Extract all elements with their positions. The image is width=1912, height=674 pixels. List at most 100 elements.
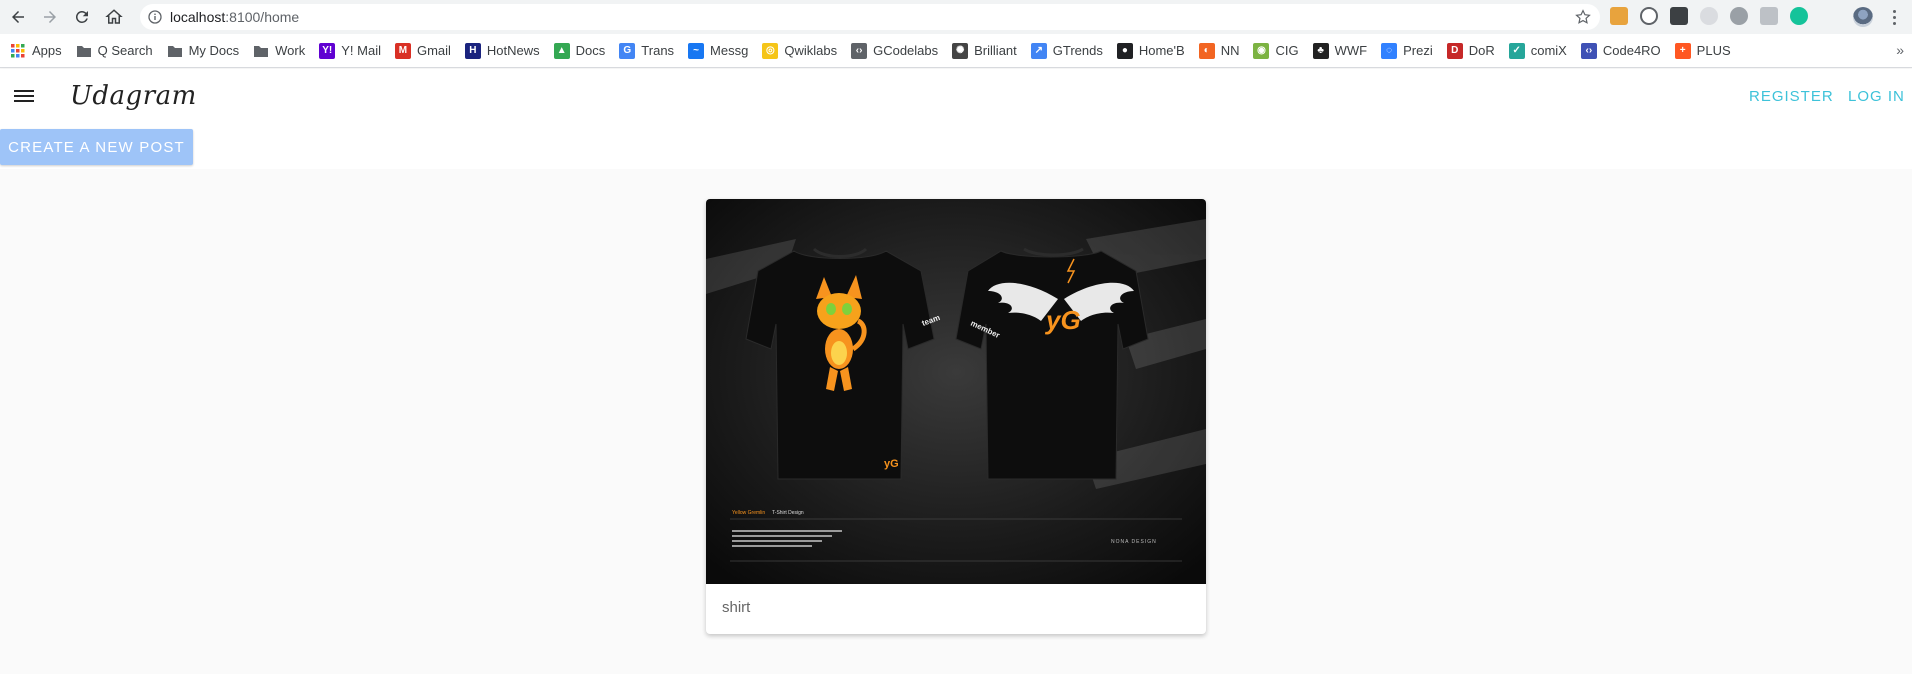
u-extension-icon[interactable]: [1700, 7, 1718, 25]
browser-toolbar: localhost:8100/home: [0, 0, 1912, 34]
bookmark-work[interactable]: Work: [253, 38, 311, 64]
post-card: team yG yG member Yellow Gremlin T-Shirt…: [706, 199, 1206, 634]
bookmark-apps[interactable]: Apps: [10, 38, 68, 64]
bookmark-label: Prezi: [1403, 43, 1433, 58]
bookmark-gmail[interactable]: M Gmail: [394, 38, 457, 64]
hamburger-menu-icon[interactable]: [14, 85, 36, 107]
bookmark-label: Y! Mail: [341, 43, 381, 58]
bookmark-label: GTrends: [1052, 43, 1103, 58]
extensions-area: [1610, 7, 1808, 25]
back-logo: yG: [1044, 305, 1081, 335]
hotnews-icon: H: [464, 42, 481, 59]
bookmark-code4ro[interactable]: ‹› Code4RO: [1580, 38, 1667, 64]
bookmark-label: CIG: [1275, 43, 1299, 58]
bookmark-my-docs[interactable]: My Docs: [167, 38, 246, 64]
login-link[interactable]: LOG IN: [1848, 88, 1905, 105]
extension-icon[interactable]: [1610, 7, 1628, 25]
yahoo-icon: Y!: [319, 42, 336, 59]
create-post-row: CREATE A NEW POST: [0, 125, 1912, 169]
grammarly-icon[interactable]: [1790, 7, 1808, 25]
qwiklabs-icon: ◎: [762, 42, 779, 59]
bookmark-hotnews[interactable]: H HotNews: [464, 38, 546, 64]
dor-icon: D: [1446, 42, 1463, 59]
bookmark-label: Gmail: [416, 43, 451, 58]
bookmark-prezi[interactable]: ◌ Prezi: [1381, 38, 1439, 64]
small-logo: yG: [884, 458, 899, 470]
bookmark-label: GCodelabs: [873, 43, 939, 58]
bookmark-docs[interactable]: ▲ Docs: [553, 38, 612, 64]
bookmark-cig[interactable]: ◉ CIG: [1253, 38, 1304, 64]
bookmark-label: Apps: [32, 43, 62, 58]
bookmark-wwf[interactable]: ♣ WWF: [1312, 38, 1373, 64]
footer-title-a: Yellow Gremlin: [732, 510, 765, 516]
bookmark-label: PLUS: [1696, 43, 1731, 58]
drive-icon: ▲: [553, 42, 570, 59]
bookmark-label: Home'B: [1138, 43, 1185, 58]
panda-icon: ♣: [1312, 42, 1329, 59]
bookmark-label: comiX: [1530, 43, 1567, 58]
globe-icon: ●: [1116, 42, 1133, 59]
cloud-extension-icon[interactable]: [1760, 7, 1778, 25]
address-bar[interactable]: localhost:8100/home: [140, 4, 1600, 30]
bookmark-gcodelabs[interactable]: ‹› GCodelabs: [851, 38, 944, 64]
bookmark-nn[interactable]: ◐ NN: [1198, 38, 1246, 64]
folder-icon: [167, 43, 183, 59]
bookmark-label: HotNews: [486, 43, 540, 58]
circle-extension-icon[interactable]: [1730, 7, 1748, 25]
bookmark-gtrends[interactable]: ↗ GTrends: [1030, 38, 1109, 64]
footer-title-b: T-Shirt Design: [772, 510, 804, 516]
browser-menu-icon[interactable]: [1886, 8, 1902, 26]
brackets-icon: ‹›: [1580, 42, 1597, 59]
bookmark-messg[interactable]: ~ Messg: [688, 38, 754, 64]
trends-icon: ↗: [1030, 42, 1047, 59]
url-host: localhost: [170, 9, 226, 25]
bookmark-home-b[interactable]: ● Home'B: [1116, 38, 1191, 64]
bookmark-label: Docs: [575, 43, 606, 58]
post-image[interactable]: team yG yG member Yellow Gremlin T-Shirt…: [706, 199, 1206, 584]
bookmark-label: My Docs: [188, 43, 240, 58]
prezi-icon: ◌: [1381, 42, 1398, 59]
back-arrow-icon[interactable]: [6, 5, 30, 29]
profile-avatar[interactable]: [1853, 7, 1873, 27]
nn-icon: ◐: [1198, 42, 1215, 59]
bookmark-plus[interactable]: + PLUS: [1674, 38, 1737, 64]
sa-extension-icon[interactable]: [1670, 7, 1688, 25]
recycle-extension-icon[interactable]: [1640, 7, 1658, 25]
bookmark-star-icon[interactable]: [1574, 8, 1592, 26]
register-link[interactable]: REGISTER: [1749, 88, 1834, 105]
app-brand: Udagram: [70, 81, 197, 111]
bookmark-q-search[interactable]: Q Search: [76, 38, 159, 64]
bookmark-label: Qwiklabs: [784, 43, 838, 58]
bookmark-brilliant[interactable]: ✺ Brilliant: [952, 38, 1023, 64]
bookmark-label: WWF: [1334, 43, 1368, 58]
bookmarks-overflow-icon[interactable]: »: [1896, 42, 1904, 58]
comix-icon: ✓: [1508, 42, 1525, 59]
bookmark-trans[interactable]: G Trans: [619, 38, 680, 64]
app-header: Udagram REGISTER LOG IN: [0, 69, 1912, 125]
bookmark-qwiklabs[interactable]: ◎ Qwiklabs: [762, 38, 843, 64]
footer-brand: NONA DESIGN: [1111, 539, 1157, 545]
reload-icon[interactable]: [70, 5, 94, 29]
bookmark-dor[interactable]: D DoR: [1446, 38, 1501, 64]
code-icon: ‹›: [851, 42, 868, 59]
messenger-icon: ~: [688, 42, 705, 59]
plus-icon: +: [1674, 42, 1691, 59]
info-icon[interactable]: [148, 10, 162, 24]
bookmark-label: NN: [1220, 43, 1240, 58]
post-caption: shirt: [722, 599, 751, 616]
bookmark-y-mail[interactable]: Y! Y! Mail: [319, 38, 387, 64]
create-post-button[interactable]: CREATE A NEW POST: [0, 129, 193, 165]
url-path: :8100/home: [225, 9, 300, 25]
bookmark-label: Work: [275, 43, 306, 58]
apps-grid-icon: [10, 43, 26, 59]
bookmarks-bar: Apps Q Search My Docs Work Y! Y! Mail M Gmail H H…: [0, 34, 1912, 68]
home-icon[interactable]: [102, 5, 126, 29]
bookmark-label: Code4RO: [1602, 43, 1661, 58]
brilliant-icon: ✺: [952, 42, 969, 59]
bookmark-comix[interactable]: ✓ comiX: [1508, 38, 1573, 64]
forward-arrow-icon[interactable]: [38, 5, 62, 29]
translate-icon: G: [619, 42, 636, 59]
folder-icon: [253, 43, 269, 59]
bookmark-label: DoR: [1468, 43, 1495, 58]
bookmark-label: Trans: [641, 43, 675, 58]
